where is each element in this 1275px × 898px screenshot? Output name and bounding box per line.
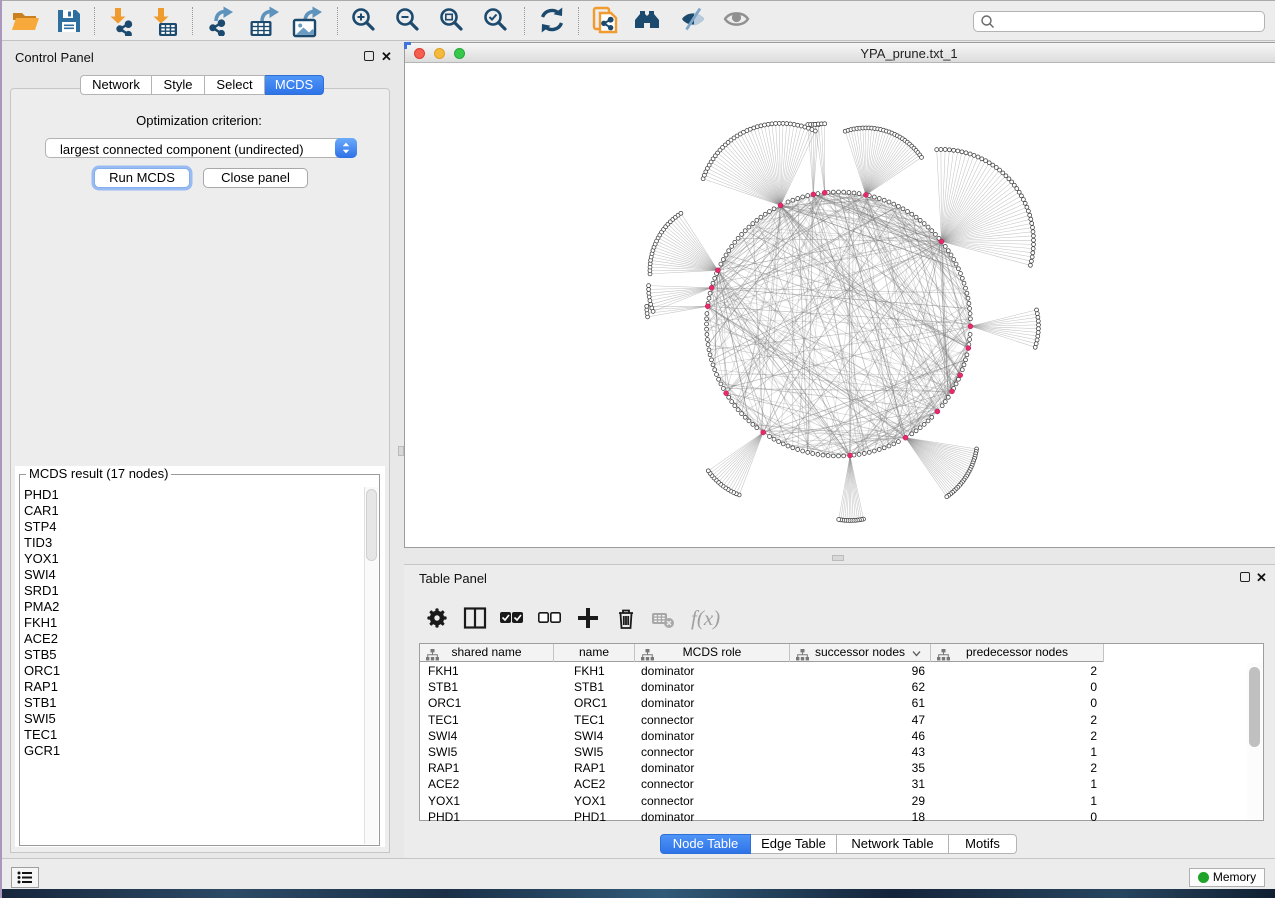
svg-text:f(x): f(x) <box>691 606 720 630</box>
